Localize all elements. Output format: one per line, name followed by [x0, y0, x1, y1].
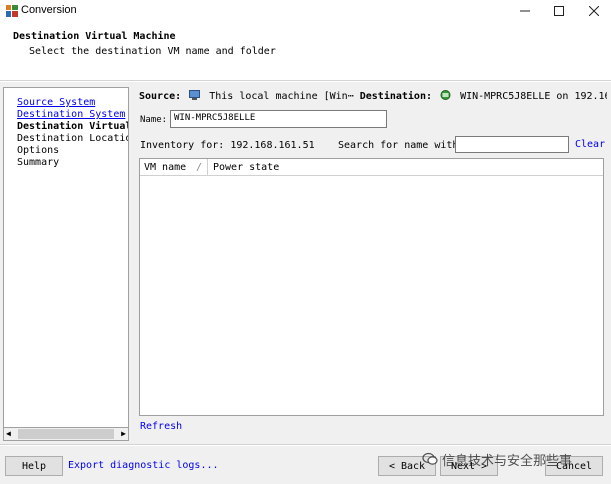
back-button[interactable]: < Back: [378, 456, 436, 476]
nav-item-summary: Summary: [17, 157, 60, 168]
computer-icon: [189, 90, 201, 100]
inventory-host: 192.168.161.51: [230, 140, 315, 151]
help-button[interactable]: Help: [5, 456, 63, 476]
nav-item-destination-vm: Destination Virtual Machine: [17, 121, 129, 132]
vm-name-input[interactable]: WIN-MPRC5J8ELLE: [170, 110, 387, 128]
vm-list-table[interactable]: VM name / Power state: [139, 158, 604, 416]
page-subtitle: Select the destination VM name and folde…: [29, 46, 276, 57]
wizard-nav: Source System Destination System Destina…: [3, 87, 129, 429]
wizard-body: Source System Destination System Destina…: [0, 82, 611, 444]
inventory-label: Inventory for: 192.168.161.51: [140, 140, 315, 151]
close-icon[interactable]: [577, 0, 611, 22]
name-label: Name:: [140, 115, 168, 125]
nav-item-options: Options: [17, 145, 60, 156]
nav-item-source-system[interactable]: Source System: [17, 97, 95, 108]
destination-label: Destination:: [359, 91, 432, 102]
vcenter-server-icon: [440, 90, 451, 100]
clear-link[interactable]: Clear: [575, 139, 605, 150]
column-header-vm-name[interactable]: VM name: [144, 162, 186, 173]
table-header: VM name / Power state: [140, 159, 603, 176]
nav-horizontal-scrollbar[interactable]: ◀ ▶: [3, 427, 129, 441]
scroll-right-icon[interactable]: ▶: [121, 429, 126, 438]
title-bar: Conversion: [0, 0, 611, 22]
nav-item-destination-system[interactable]: Destination System: [17, 109, 125, 120]
cancel-button[interactable]: Cancel: [545, 456, 603, 476]
scroll-thumb[interactable]: [18, 429, 114, 439]
source-destination-summary: Source: This local machine [Win⋯ Destina…: [139, 90, 607, 104]
scroll-left-icon[interactable]: ◀: [6, 429, 11, 438]
destination-value: WIN-MPRC5J8ELLE on 192.168.16⋯: [460, 91, 607, 102]
column-header-power-state[interactable]: Power state: [213, 162, 279, 173]
next-button[interactable]: Next >: [440, 456, 498, 476]
export-logs-link[interactable]: Export diagnostic logs...: [68, 460, 219, 471]
source-value: This local machine [Win⋯: [209, 91, 354, 102]
source-label: Source:: [139, 91, 182, 102]
search-input[interactable]: [455, 136, 569, 153]
inventory-label-text: Inventory for:: [140, 140, 225, 151]
sort-indicator-icon: /: [196, 162, 203, 173]
refresh-link[interactable]: Refresh: [140, 421, 182, 432]
page-title: Destination Virtual Machine: [13, 31, 176, 42]
window-title: Conversion: [21, 4, 77, 16]
minimize-icon[interactable]: [508, 0, 542, 22]
app-icon: [6, 5, 18, 17]
nav-item-destination-location: Destination Location: [17, 133, 129, 144]
wizard-header: Destination Virtual Machine Select the d…: [0, 22, 611, 80]
search-label: Search for name with:: [338, 140, 465, 151]
maximize-icon[interactable]: [542, 0, 576, 22]
column-divider[interactable]: [207, 159, 208, 176]
wizard-footer: Help Export diagnostic logs... < Back Ne…: [0, 446, 611, 484]
